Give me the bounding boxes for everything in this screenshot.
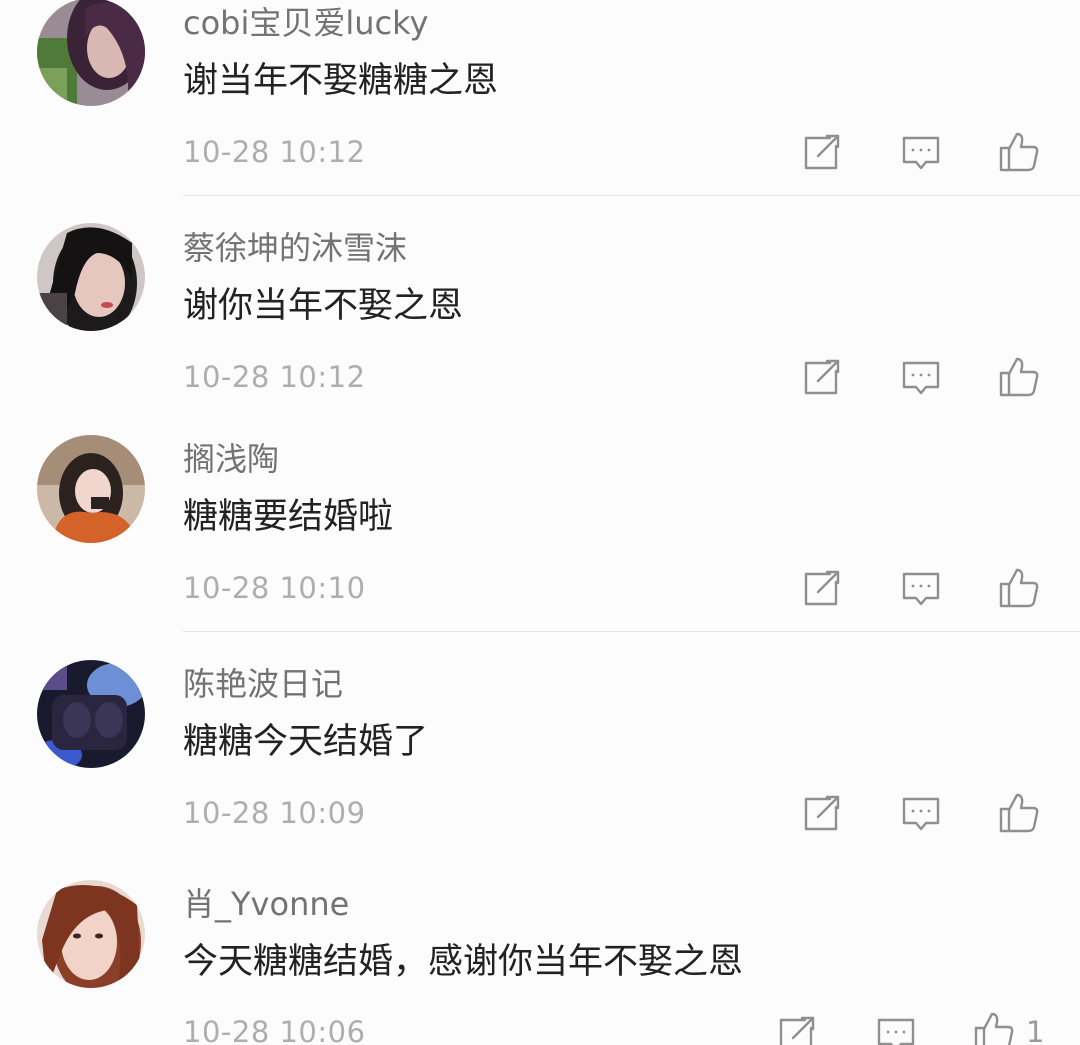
avatar[interactable] [37, 223, 145, 331]
comment-text: 今天糖糖结婚，感谢你当年不娶之恩 [183, 942, 744, 982]
share-icon[interactable] [800, 566, 844, 610]
reply-comment-icon[interactable] [874, 1012, 918, 1045]
timestamp: 10-28 10:12 [183, 360, 366, 394]
thumbs-up-icon[interactable] [997, 566, 1041, 610]
thumbs-up-icon[interactable] [997, 130, 1041, 174]
share-icon[interactable] [800, 355, 844, 399]
username[interactable]: 陈艳波日记 [183, 662, 343, 706]
timestamp: 10-28 10:09 [183, 796, 366, 830]
avatar[interactable] [37, 0, 145, 106]
thumbs-up-icon[interactable] [997, 791, 1041, 835]
avatar[interactable] [37, 660, 145, 768]
comment-text: 谢你当年不娶之恩 [183, 286, 464, 326]
username[interactable]: 肖_Yvonne [183, 882, 349, 926]
divider [183, 195, 1080, 196]
reply-comment-icon[interactable] [899, 791, 943, 835]
avatar[interactable] [37, 880, 145, 988]
reply-comment-icon[interactable] [899, 355, 943, 399]
reply-comment-icon[interactable] [899, 566, 943, 610]
timestamp: 10-28 10:12 [183, 135, 366, 169]
timestamp: 10-28 10:06 [183, 1015, 366, 1045]
username[interactable]: 搁浅陶 [183, 437, 279, 481]
like-count: 1 [1026, 1015, 1045, 1045]
thumbs-up-icon[interactable] [997, 355, 1041, 399]
comment-text: 谢当年不娶糖糖之恩 [183, 61, 499, 101]
avatar[interactable] [37, 435, 145, 543]
share-icon[interactable] [800, 791, 844, 835]
reply-comment-icon[interactable] [899, 130, 943, 174]
share-icon[interactable] [775, 1012, 819, 1045]
username[interactable]: 蔡徐坤的沐雪沫 [183, 226, 407, 270]
divider [183, 631, 1080, 632]
username[interactable]: cobi宝贝爱lucky [183, 1, 428, 45]
share-icon[interactable] [800, 130, 844, 174]
comment-feed: cobi宝贝爱lucky 谢当年不娶糖糖之恩 10-28 10:12 蔡徐坤的沐… [0, 0, 1080, 1045]
comment-text: 糖糖要结婚啦 [183, 497, 394, 537]
timestamp: 10-28 10:10 [183, 571, 366, 605]
thumbs-up-icon[interactable] [972, 1010, 1016, 1045]
comment-text: 糖糖今天结婚了 [183, 722, 429, 762]
